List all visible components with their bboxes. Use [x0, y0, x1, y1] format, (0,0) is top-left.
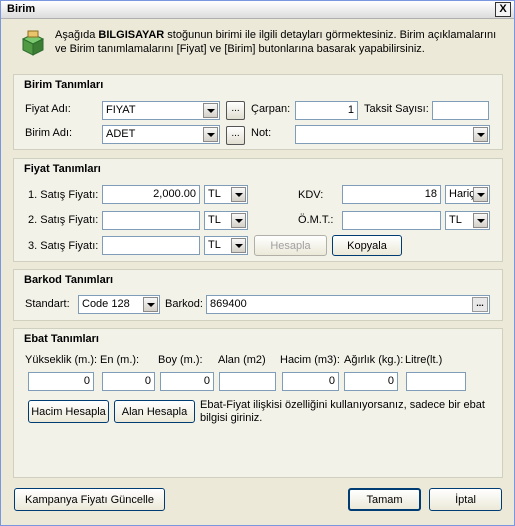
ebat-group-title: Ebat Tanımları: [24, 333, 99, 345]
boy-input[interactable]: 0: [160, 372, 214, 391]
chevron-down-icon[interactable]: [231, 238, 246, 253]
omt-currency-value: TL: [449, 214, 462, 226]
hesapla-button[interactable]: Hesapla: [254, 235, 327, 256]
en-input[interactable]: 0: [102, 372, 155, 391]
chevron-down-icon[interactable]: [473, 213, 488, 228]
satis3-label: 3. Satış Fiyatı:: [28, 240, 99, 252]
litre-label: Litre(lt.): [405, 354, 443, 366]
not-label: Not:: [251, 127, 272, 139]
barkod-value: 869400: [210, 298, 247, 310]
kdv-mode-value: Hariç: [449, 188, 475, 200]
hacim-label: Hacim (m3):: [280, 354, 340, 366]
standart-label: Standart:: [25, 298, 70, 310]
ebat-group: Ebat Tanımları Yükseklik (m.): En (m.): …: [13, 328, 503, 478]
satis1-input[interactable]: 2,000.00: [102, 185, 200, 204]
alan-hesapla-button[interactable]: Alan Hesapla: [114, 400, 195, 423]
fiyat-group-title: Fiyat Tanımları: [24, 163, 101, 175]
fiyat-adi-combo[interactable]: FIYAT: [102, 101, 220, 120]
intro-text: Aşağıda BILGISAYAR stoğunun birimi ile i…: [55, 28, 505, 56]
intro-stock-name: BILGISAYAR: [98, 29, 165, 41]
alan-label: Alan (m2): [218, 354, 266, 366]
satis3-currency-value: TL: [208, 239, 221, 251]
satis1-currency-value: TL: [208, 188, 221, 200]
title-bar[interactable]: Birim X: [1, 1, 514, 19]
standart-value: Code 128: [82, 298, 130, 310]
birim-adi-label: Birim Adı:: [25, 127, 73, 139]
intro-pre: Aşağıda: [55, 29, 99, 41]
en-label: En (m.):: [100, 354, 140, 366]
barkod-group: Barkod Tanımları Standart: Code 128 Bark…: [13, 269, 503, 321]
fiyat-adi-value: FIYAT: [106, 104, 136, 116]
omt-currency-combo[interactable]: TL: [445, 211, 490, 230]
satis2-input[interactable]: [102, 211, 200, 230]
chevron-down-icon[interactable]: [473, 127, 488, 142]
carpan-input[interactable]: 1: [295, 101, 358, 120]
barkod-input[interactable]: 869400 ...: [206, 295, 490, 314]
chevron-down-icon[interactable]: [231, 187, 246, 202]
carpan-label: Çarpan:: [251, 103, 291, 115]
yukseklik-label: Yükseklik (m.):: [25, 354, 98, 366]
satis3-currency-combo[interactable]: TL: [204, 236, 248, 255]
hacim-input[interactable]: 0: [282, 372, 339, 391]
iptal-button[interactable]: İptal: [429, 488, 502, 511]
barkod-group-title: Barkod Tanımları: [24, 274, 114, 286]
ebat-note: Ebat-Fiyat ilişkisi özelliğini kullanıyo…: [200, 399, 485, 424]
kdv-label: KDV:: [298, 189, 324, 201]
chevron-down-icon[interactable]: [231, 213, 246, 228]
stock-box-icon: [21, 30, 45, 56]
litre-input[interactable]: [406, 372, 466, 391]
window-title: Birim: [7, 3, 36, 15]
chevron-down-icon[interactable]: [203, 127, 218, 142]
fiyat-group: Fiyat Tanımları 1. Satış Fiyatı: 2,000.0…: [13, 158, 503, 262]
chevron-down-icon[interactable]: [203, 103, 218, 118]
chevron-down-icon[interactable]: [143, 297, 158, 312]
satis2-currency-combo[interactable]: TL: [204, 211, 248, 230]
taksit-sayisi-input[interactable]: [432, 101, 489, 120]
barkod-browse-button[interactable]: ...: [472, 297, 488, 312]
satis3-input[interactable]: [102, 236, 200, 255]
barkod-label: Barkod:: [165, 298, 203, 310]
not-combo[interactable]: [295, 125, 490, 144]
omt-input[interactable]: [342, 211, 441, 230]
birim-dialog: Birim X Aşağıda BILGISAYAR stoğunun biri…: [0, 0, 515, 526]
satis1-label: 1. Satış Fiyatı:: [28, 189, 99, 201]
agirlik-label: Ağırlık (kg.):: [344, 354, 404, 366]
taksit-sayisi-label: Taksit Sayısı:: [364, 103, 429, 115]
kopyala-button[interactable]: Kopyala: [332, 235, 402, 256]
kdv-mode-combo[interactable]: Hariç: [445, 185, 490, 204]
birim-adi-combo[interactable]: ADET: [102, 125, 220, 144]
alan-input[interactable]: [219, 372, 276, 391]
chevron-down-icon[interactable]: [473, 187, 488, 202]
boy-label: Boy (m.):: [158, 354, 203, 366]
omt-label: Ö.M.T.:: [298, 214, 334, 226]
hacim-hesapla-button[interactable]: Hacim Hesapla: [28, 400, 109, 423]
birim-group-title: Birim Tanımları: [24, 79, 104, 91]
standart-combo[interactable]: Code 128: [78, 295, 160, 314]
birim-ellipsis-button[interactable]: ...: [226, 126, 245, 145]
kdv-input[interactable]: 18: [342, 185, 441, 204]
close-button[interactable]: X: [495, 2, 511, 17]
tamam-button[interactable]: Tamam: [348, 488, 421, 511]
satis2-label: 2. Satış Fiyatı:: [28, 214, 99, 226]
birim-group: Birim Tanımları Fiyat Adı: FIYAT ... Çar…: [13, 74, 503, 150]
yukseklik-input[interactable]: 0: [28, 372, 94, 391]
agirlik-input[interactable]: 0: [344, 372, 398, 391]
satis2-currency-value: TL: [208, 214, 221, 226]
birim-adi-value: ADET: [106, 128, 136, 140]
fiyat-ellipsis-button[interactable]: ...: [226, 101, 245, 120]
fiyat-adi-label: Fiyat Adı:: [25, 103, 71, 115]
satis1-currency-combo[interactable]: TL: [204, 185, 248, 204]
kampanya-fiyati-guncelle-button[interactable]: Kampanya Fiyatı Güncelle: [14, 488, 165, 511]
